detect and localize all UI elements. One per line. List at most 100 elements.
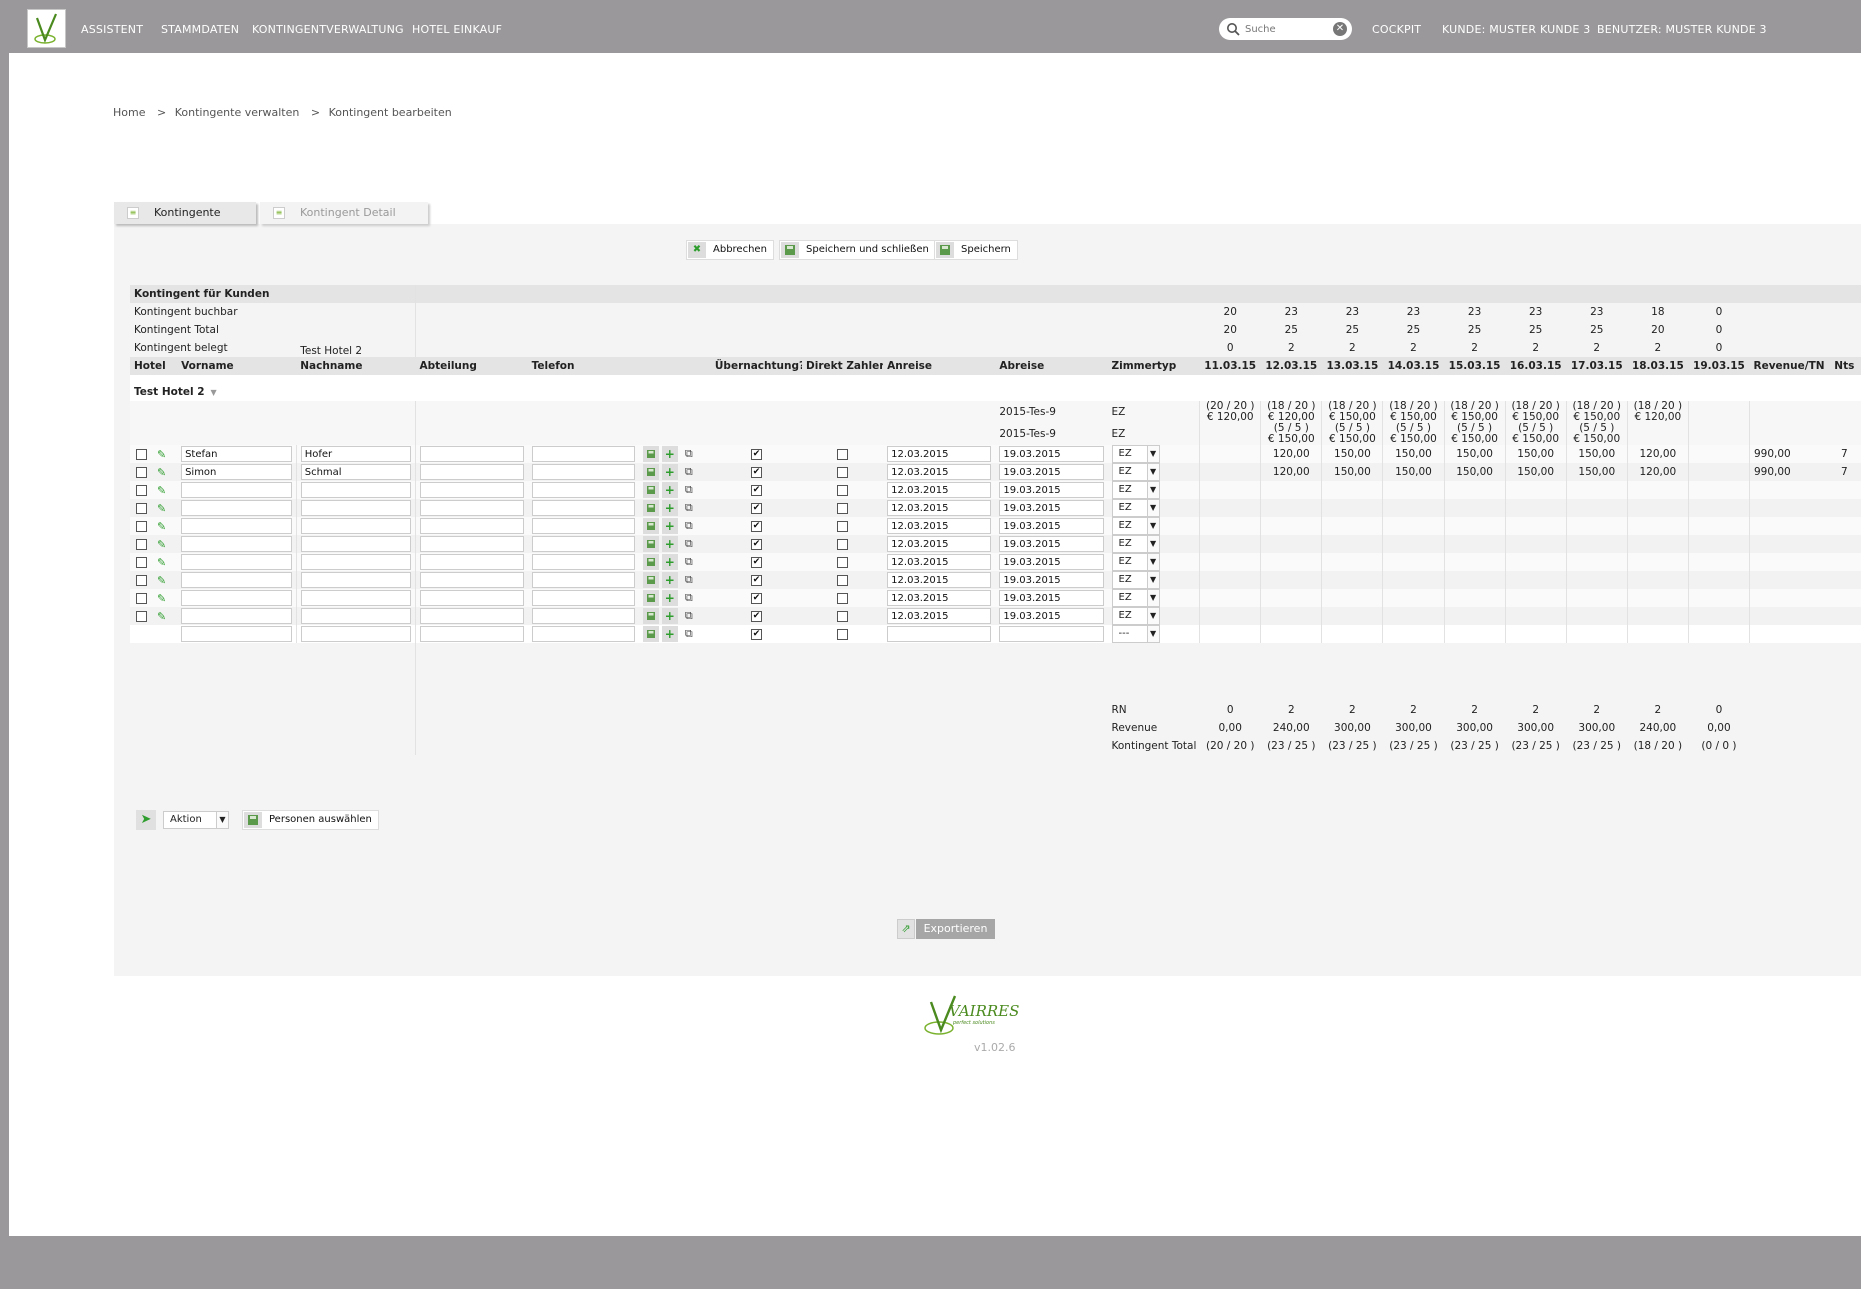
tab-kontingente[interactable]: ≡ Kontingente (114, 202, 256, 224)
last-name-input[interactable] (300, 482, 411, 498)
last-name-input[interactable] (300, 626, 411, 642)
edit-icon[interactable]: ✎ (157, 520, 166, 533)
clear-icon[interactable]: ✕ (1333, 22, 1347, 36)
room-type-select[interactable]: EZ ▼ (1111, 481, 1160, 499)
direct-payer-checkbox[interactable] (837, 448, 849, 460)
department-input[interactable] (419, 626, 524, 642)
nav-user[interactable]: BENUTZER: MUSTER KUNDE 3 (1597, 23, 1767, 36)
last-name-input[interactable] (300, 518, 411, 534)
first-name-input[interactable] (181, 482, 292, 498)
direct-payer-checkbox[interactable] (837, 502, 849, 514)
nav-stammdaten[interactable]: STAMMDATEN (161, 23, 239, 36)
last-name-input[interactable] (300, 446, 411, 462)
edit-icon[interactable]: ✎ (157, 556, 166, 569)
overnight-checkbox[interactable]: ✔ (750, 520, 762, 532)
row-checkbox[interactable] (136, 449, 147, 460)
row-checkbox[interactable] (136, 539, 147, 550)
hotel-group-row[interactable]: Test Hotel 2 ▼ (130, 383, 1861, 401)
overnight-checkbox[interactable]: ✔ (750, 484, 762, 496)
arrival-date-input[interactable] (887, 626, 992, 642)
phone-input[interactable] (531, 554, 635, 570)
copy-icon[interactable]: ⧉ (681, 482, 697, 498)
arrival-date-input[interactable] (887, 590, 992, 606)
first-name-input[interactable] (181, 446, 292, 462)
departure-date-input[interactable] (999, 554, 1104, 570)
departure-date-input[interactable] (999, 608, 1104, 624)
save-icon[interactable] (642, 482, 659, 498)
plus-icon[interactable]: + (661, 626, 678, 642)
arrow-right-icon[interactable]: ➤ (136, 810, 156, 830)
department-input[interactable] (419, 590, 524, 606)
arrival-date-input[interactable] (887, 518, 992, 534)
arrival-date-input[interactable] (887, 482, 992, 498)
arrival-date-input[interactable] (887, 446, 992, 462)
search-input[interactable] (1245, 22, 1331, 36)
department-input[interactable] (419, 554, 524, 570)
first-name-input[interactable] (181, 572, 292, 588)
save-icon[interactable] (642, 500, 659, 516)
departure-date-input[interactable] (999, 464, 1104, 480)
room-type-select[interactable]: EZ ▼ (1111, 517, 1160, 535)
edit-icon[interactable]: ✎ (157, 574, 166, 587)
phone-input[interactable] (531, 446, 635, 462)
departure-date-input[interactable] (999, 446, 1104, 462)
overnight-checkbox[interactable]: ✔ (750, 556, 762, 568)
arrival-date-input[interactable] (887, 572, 992, 588)
overnight-checkbox[interactable]: ✔ (750, 610, 762, 622)
phone-input[interactable] (531, 572, 635, 588)
last-name-input[interactable] (300, 464, 411, 480)
plus-icon[interactable]: + (661, 464, 678, 480)
room-type-select[interactable]: EZ ▼ (1111, 499, 1160, 517)
edit-icon[interactable]: ✎ (157, 466, 166, 479)
plus-icon[interactable]: + (661, 500, 678, 516)
overnight-checkbox[interactable]: ✔ (750, 592, 762, 604)
app-logo[interactable] (27, 9, 66, 48)
save-icon[interactable] (642, 608, 659, 624)
room-type-select[interactable]: EZ ▼ (1111, 607, 1160, 625)
plus-icon[interactable]: + (661, 446, 678, 462)
plus-icon[interactable]: + (661, 554, 678, 570)
row-checkbox[interactable] (136, 557, 147, 568)
row-checkbox[interactable] (136, 593, 147, 604)
row-checkbox[interactable] (136, 485, 147, 496)
save-button[interactable]: Speichern (934, 240, 1018, 260)
first-name-input[interactable] (181, 608, 292, 624)
phone-input[interactable] (531, 518, 635, 534)
copy-icon[interactable]: ⧉ (681, 536, 697, 552)
room-type-select[interactable]: EZ ▼ (1111, 445, 1160, 463)
departure-date-input[interactable] (999, 536, 1104, 552)
save-icon[interactable] (642, 536, 659, 552)
row-checkbox[interactable] (136, 503, 147, 514)
direct-payer-checkbox[interactable] (837, 466, 849, 478)
edit-icon[interactable]: ✎ (157, 502, 166, 515)
breadcrumb-home[interactable]: Home (113, 106, 145, 119)
arrival-date-input[interactable] (887, 536, 992, 552)
first-name-input[interactable] (181, 590, 292, 606)
phone-input[interactable] (531, 500, 635, 516)
last-name-input[interactable] (300, 554, 411, 570)
departure-date-input[interactable] (999, 500, 1104, 516)
phone-input[interactable] (531, 608, 635, 624)
department-input[interactable] (419, 446, 524, 462)
arrival-date-input[interactable] (887, 554, 992, 570)
breadcrumb-kontingente-verwalten[interactable]: Kontingente verwalten (175, 106, 300, 119)
departure-date-input[interactable] (999, 590, 1104, 606)
save-icon[interactable] (642, 626, 659, 642)
plus-icon[interactable]: + (661, 572, 678, 588)
department-input[interactable] (419, 608, 524, 624)
cancel-button[interactable]: ✖ Abbrechen (686, 240, 774, 260)
last-name-input[interactable] (300, 608, 411, 624)
copy-icon[interactable]: ⧉ (681, 518, 697, 534)
row-checkbox[interactable] (136, 611, 147, 622)
overnight-checkbox[interactable]: ✔ (750, 538, 762, 550)
room-type-select[interactable]: EZ ▼ (1111, 553, 1160, 571)
direct-payer-checkbox[interactable] (837, 592, 849, 604)
arrival-date-input[interactable] (887, 608, 992, 624)
direct-payer-checkbox[interactable] (837, 628, 849, 640)
save-icon[interactable] (642, 446, 659, 462)
room-type-select[interactable]: EZ ▼ (1111, 571, 1160, 589)
tab-kontingent-detail[interactable]: ≡ Kontingent Detail (260, 202, 428, 224)
save-and-close-button[interactable]: Speichern und schließen (779, 240, 936, 260)
action-select[interactable]: Aktion ▼ (163, 811, 229, 829)
department-input[interactable] (419, 518, 524, 534)
